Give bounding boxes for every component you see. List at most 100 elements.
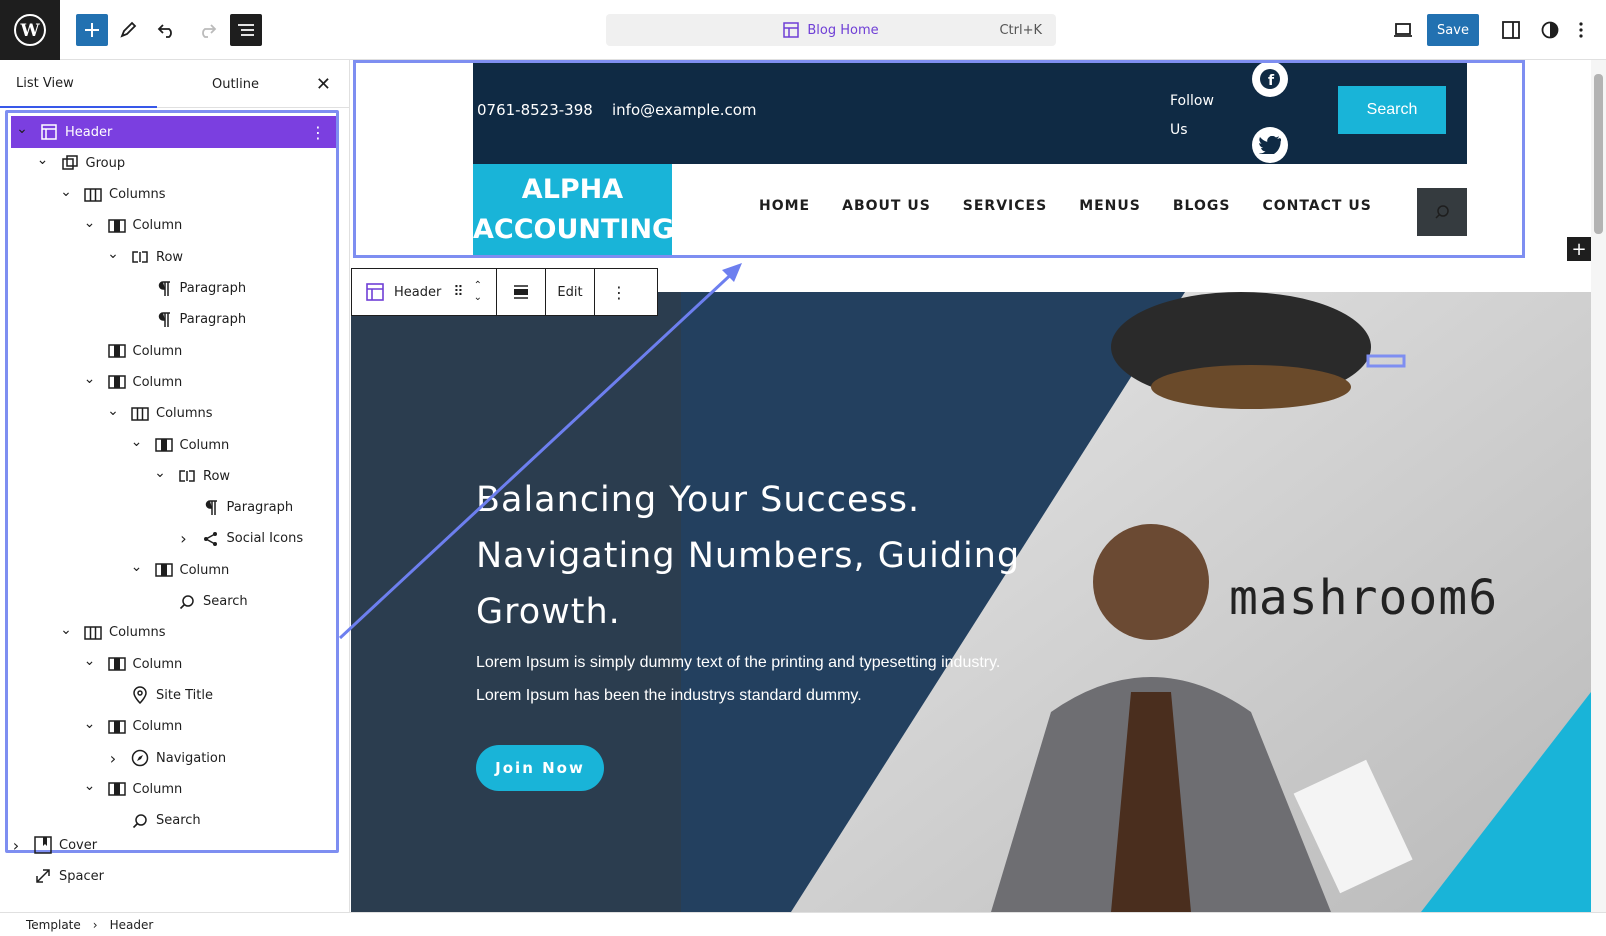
chevron-down-icon[interactable]: ⌄: [83, 653, 97, 669]
hero-heading[interactable]: Balancing Your Success. Navigating Numbe…: [476, 472, 1020, 640]
column-icon: [154, 435, 174, 455]
hero-heading-line-2: Navigating Numbers, Guiding: [476, 536, 1021, 576]
chevron-down-icon[interactable]: ⌄: [59, 184, 73, 200]
list-view-item[interactable]: Spacer: [0, 860, 349, 892]
undo-button[interactable]: [151, 14, 183, 46]
tab-list-view[interactable]: List View: [0, 60, 157, 108]
chevron-right-icon: ›: [92, 917, 98, 932]
columns-icon: [83, 623, 103, 643]
move-arrows[interactable]: ⌃ ⌄: [474, 280, 482, 304]
list-view-item[interactable]: ⌄ Row: [8, 241, 336, 273]
styles-button[interactable]: [1534, 14, 1566, 46]
add-block-button[interactable]: [76, 14, 108, 46]
close-icon[interactable]: ✕: [316, 74, 331, 95]
document-bar[interactable]: Blog Home Ctrl+K: [606, 14, 1056, 46]
chevron-down-icon[interactable]: ⌄: [153, 465, 167, 481]
list-view-item[interactable]: ⌄ Column: [8, 366, 336, 398]
chevron-down-icon[interactable]: ⌄: [106, 403, 120, 419]
list-view-item[interactable]: ⌄ Columns: [8, 617, 336, 649]
list-view-item[interactable]: ⌄ Columns: [8, 179, 336, 211]
chevron-down-icon[interactable]: ⌄: [130, 434, 144, 450]
align-button[interactable]: [497, 283, 545, 301]
list-view-item-label: Spacer: [59, 868, 104, 884]
breadcrumb-item-template[interactable]: Template: [26, 918, 81, 932]
list-view-item[interactable]: Site Title: [8, 679, 336, 711]
chevron-right-icon[interactable]: ›: [106, 749, 120, 768]
block-inserter-button[interactable]: +: [1567, 237, 1591, 261]
list-view-item-label: Column: [132, 218, 183, 234]
location-icon: [130, 685, 150, 705]
list-view-item[interactable]: ⌄ Column: [8, 773, 336, 805]
list-view-item[interactable]: › Social Icons: [8, 523, 336, 555]
list-view-item[interactable]: › Navigation: [8, 742, 336, 774]
sidebar-icon: [1502, 21, 1520, 39]
list-view-item[interactable]: ⌄ Row: [8, 460, 336, 492]
chevron-down-icon[interactable]: ⌄: [36, 152, 50, 168]
list-view-item[interactable]: ⌄ Column: [8, 429, 336, 461]
settings-toggle[interactable]: [1495, 14, 1527, 46]
chevron-right-icon[interactable]: ›: [177, 529, 191, 548]
chevron-down-icon[interactable]: ⌄: [59, 622, 73, 638]
list-view-item[interactable]: ⌄ Column: [8, 648, 336, 680]
list-view-item-label: Search: [203, 594, 248, 609]
list-view-item[interactable]: ⌄ Columns: [8, 398, 336, 430]
preview-button[interactable]: [1387, 14, 1419, 46]
column-icon: [107, 341, 127, 361]
chevron-down-icon[interactable]: ⌄: [83, 371, 97, 387]
list-view-item-label: Paragraph: [179, 312, 247, 328]
save-button[interactable]: Save: [1427, 14, 1479, 46]
list-view-item-label: Row: [203, 468, 231, 484]
desktop-icon: [1394, 23, 1412, 37]
list-view-item-label: Group: [85, 155, 126, 171]
list-view-item[interactable]: Search: [8, 586, 336, 618]
tab-outline[interactable]: Outline: [157, 60, 314, 108]
column-icon: [107, 654, 127, 674]
navigation-icon: [130, 748, 150, 768]
chevron-down-icon[interactable]: ⌄: [83, 716, 97, 732]
edit-button[interactable]: Edit: [546, 285, 594, 300]
list-view-item[interactable]: ⌄ Group: [8, 147, 336, 179]
options-menu-button[interactable]: [1565, 14, 1597, 46]
list-view-sidebar: List View Outline ✕ ⌄ Header ⋮ ⌄ Group ⌄ Colum…: [0, 60, 350, 912]
canvas-scrollbar[interactable]: [1591, 60, 1606, 912]
columns-icon: [83, 185, 103, 205]
list-view-item[interactable]: › Cover: [0, 829, 349, 861]
join-now-button[interactable]: Join Now: [476, 745, 604, 791]
drag-handle-icon[interactable]: ⠿: [453, 284, 463, 300]
block-options-kebab-icon[interactable]: ⋮: [595, 283, 643, 302]
list-view-item[interactable]: Paragraph: [8, 273, 336, 305]
chevron-right-icon[interactable]: ›: [9, 836, 23, 855]
tools-button[interactable]: [112, 14, 144, 46]
list-view-item[interactable]: Column: [8, 335, 336, 367]
paragraph-icon: [154, 310, 174, 330]
search-icon: [177, 592, 197, 612]
list-view-item[interactable]: Paragraph: [8, 304, 336, 336]
hero-cover[interactable]: mashroom6 Balancing Your Success. Naviga…: [351, 292, 1591, 912]
chevron-down-icon[interactable]: ⌄: [15, 121, 29, 137]
chevron-down-icon[interactable]: ⌄: [83, 215, 97, 231]
list-view-item[interactable]: Paragraph: [8, 492, 336, 524]
list-view-item[interactable]: ⌄ Column: [8, 554, 336, 586]
contrast-icon: [1541, 21, 1559, 39]
column-icon: [107, 717, 127, 737]
chevron-down-icon[interactable]: ⌄: [83, 778, 97, 794]
list-view-item-label: Column: [132, 719, 183, 735]
header-selection-outline: [353, 60, 1525, 258]
hero-paragraph[interactable]: Lorem Ipsum is simply dummy text of the …: [476, 646, 1000, 712]
breadcrumb-item-header[interactable]: Header: [110, 918, 154, 932]
scrollbar-thumb[interactable]: [1594, 74, 1603, 234]
wordpress-logo-button[interactable]: W: [0, 0, 60, 60]
list-view-toggle[interactable]: [230, 14, 262, 46]
chevron-up-icon[interactable]: ⌃: [474, 280, 482, 292]
chevron-down-icon[interactable]: ⌄: [130, 559, 144, 575]
list-view-item-label: Cover: [59, 837, 98, 853]
list-view-item[interactable]: ⌄ Header ⋮: [11, 116, 336, 148]
list-view-item[interactable]: ⌄ Column: [8, 210, 336, 242]
chevron-down-icon[interactable]: ⌄: [106, 246, 120, 262]
list-view-item[interactable]: ⌄ Column: [8, 711, 336, 743]
chevron-down-icon[interactable]: ⌄: [474, 292, 482, 304]
item-options-kebab-icon[interactable]: ⋮: [310, 123, 326, 142]
toolbar-block-label[interactable]: Header: [394, 285, 441, 300]
spacer-icon: [33, 866, 53, 886]
redo-button[interactable]: [191, 14, 223, 46]
